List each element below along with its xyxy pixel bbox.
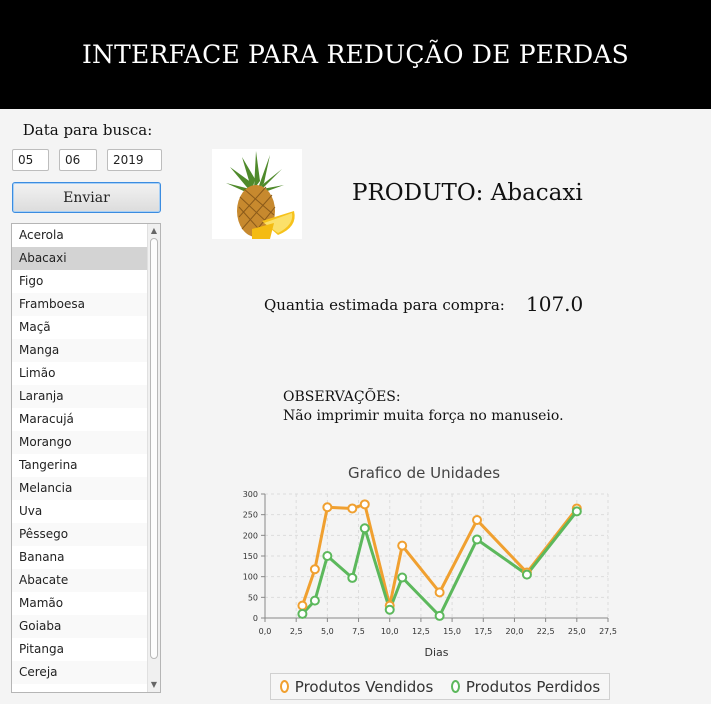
series-vendidos-point — [347, 503, 358, 514]
list-item[interactable]: Laranja — [12, 385, 148, 408]
list-item[interactable]: Acerola — [12, 224, 148, 247]
x-axis-label: Dias — [425, 646, 449, 659]
x-tick-label: 7,5 — [352, 627, 365, 636]
series-vendidos-point — [472, 515, 483, 526]
x-tick-label: 25,0 — [568, 627, 586, 636]
list-item[interactable]: Pêssego — [12, 523, 148, 546]
year-input[interactable]: 2019 — [107, 149, 162, 171]
list-item[interactable]: Uva — [12, 500, 148, 523]
y-tick-label: 250 — [243, 511, 258, 520]
list-item[interactable]: Abacate — [12, 569, 148, 592]
app-title: INTERFACE PARA REDUÇÃO DE PERDAS — [81, 40, 630, 69]
series-perdidos-point — [472, 534, 483, 545]
list-item[interactable]: Melancia — [12, 477, 148, 500]
series-vendidos-point — [297, 600, 308, 611]
chart-legend: Produtos Vendidos Produtos Perdidos — [270, 673, 610, 700]
series-vendidos-point — [309, 564, 320, 575]
legend-perdidos-symbol — [450, 680, 460, 693]
series-perdidos-point — [397, 572, 408, 583]
y-tick-label: 150 — [243, 552, 258, 561]
fruit-items: Acerola Abacaxi Figo Framboesa Maçã Manga Limã… — [12, 224, 160, 684]
list-item[interactable]: Tangerina — [12, 454, 148, 477]
scroll-thumb[interactable] — [150, 238, 158, 659]
date-label: Data para busca: — [22, 121, 153, 139]
series-perdidos-point — [347, 572, 358, 583]
sidebar: Data para busca: 05 06 2019 Enviar Acero… — [0, 109, 175, 704]
send-button[interactable]: Enviar — [12, 182, 161, 213]
y-tick-label: 0 — [253, 614, 258, 623]
quantity-label: Quantia estimada para compra: — [264, 296, 505, 314]
list-item[interactable]: Banana — [12, 546, 148, 569]
x-tick-label: 0,0 — [259, 627, 272, 636]
series-vendidos-point — [434, 587, 445, 598]
series-perdidos-point — [571, 506, 582, 517]
fruit-list[interactable]: Acerola Abacaxi Figo Framboesa Maçã Manga Limã… — [11, 223, 161, 693]
series-perdidos-point — [359, 523, 370, 534]
series-vendidos-point — [397, 540, 408, 551]
scroll-down-icon[interactable]: ▼ — [148, 679, 160, 691]
list-item[interactable]: Morango — [12, 431, 148, 454]
month-input[interactable]: 06 — [59, 149, 97, 171]
units-chart: 0 50 100 150 200 250 300 0,0 2,5 5,0 7,5 10,0 12,5 15… — [243, 490, 617, 659]
series-vendidos-point — [359, 499, 370, 510]
x-tick-label: 22,5 — [537, 627, 555, 636]
legend-vendidos: Produtos Vendidos — [279, 677, 434, 696]
series-perdidos-point — [521, 569, 532, 580]
observations-title: OBSERVAÇÕES: — [283, 389, 401, 405]
list-item[interactable]: Framboesa — [12, 293, 148, 316]
chart-title: Grafico de Unidades — [347, 464, 501, 482]
x-tick-label: 20,0 — [506, 627, 524, 636]
series-perdidos-point — [322, 551, 333, 561]
app-header: INTERFACE PARA REDUÇÃO DE PERDAS — [0, 0, 711, 109]
x-tick-label: 15,0 — [443, 627, 461, 636]
pineapple-icon — [212, 149, 302, 239]
y-tick-label: 200 — [243, 531, 258, 540]
series-perdidos-point — [297, 608, 308, 619]
day-input[interactable]: 05 — [12, 149, 49, 171]
x-tick-label: 17,5 — [474, 627, 492, 636]
x-tick-label: 10,0 — [381, 627, 399, 636]
legend-vendidos-label: Produtos Vendidos — [294, 677, 434, 696]
x-tick-label: 12,5 — [412, 627, 430, 636]
list-item[interactable]: Goiaba — [12, 615, 148, 638]
product-title: PRODUTO: Abacaxi — [352, 180, 583, 206]
list-item[interactable]: Pitanga — [12, 638, 148, 661]
x-tick-label: 27,5 — [599, 627, 617, 636]
list-item[interactable]: Manga — [12, 339, 148, 362]
list-item[interactable]: Mamão — [12, 592, 148, 615]
x-tick-label: 2,5 — [290, 627, 303, 636]
legend-perdidos: Produtos Perdidos — [450, 677, 601, 696]
list-item[interactable]: Figo — [12, 270, 148, 293]
list-scrollbar[interactable]: ▲ ▼ — [147, 224, 160, 692]
observations-text: Não imprimir muita força no manuseio. — [283, 408, 564, 424]
legend-vendidos-symbol — [279, 680, 289, 693]
legend-perdidos-label: Produtos Perdidos — [465, 677, 601, 696]
list-item[interactable]: Cereja — [12, 661, 148, 684]
series-perdidos-line — [301, 510, 578, 618]
x-tick-label: 5,0 — [321, 627, 334, 636]
quantity-value: 107.0 — [526, 292, 584, 316]
y-tick-label: 300 — [243, 490, 258, 499]
y-tick-label: 100 — [243, 573, 258, 582]
series-perdidos-point — [384, 604, 395, 615]
series-vendidos-point — [322, 502, 333, 513]
list-item[interactable]: Limão — [12, 362, 148, 385]
y-tick-label: 50 — [248, 593, 258, 602]
list-item[interactable]: Abacaxi — [12, 247, 148, 270]
list-item[interactable]: Maracujá — [12, 408, 148, 431]
scroll-up-icon[interactable]: ▲ — [148, 225, 160, 237]
series-perdidos-point — [309, 595, 320, 606]
list-item[interactable]: Maçã — [12, 316, 148, 339]
series-perdidos-point — [434, 610, 445, 621]
